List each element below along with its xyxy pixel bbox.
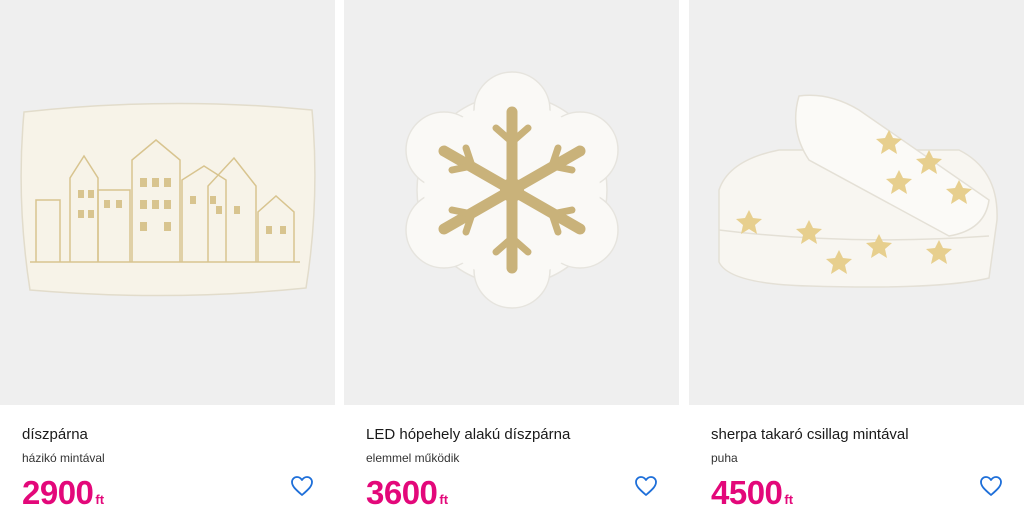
heart-outline-icon [291,476,313,496]
product-title[interactable]: LED hópehely alakú díszpárna [366,426,570,443]
product-price: 3600 ft [366,474,448,512]
product-title[interactable]: díszpárna [22,426,88,443]
price-amount: 3600 [366,474,438,511]
product-image-star-blanket[interactable] [689,0,1024,405]
heart-outline-icon [635,476,657,496]
star-blanket-image [718,94,998,288]
price-currency: ft [439,492,449,507]
favorite-button[interactable] [979,475,1003,497]
price-currency: ft [95,492,105,507]
price-amount: 4500 [711,474,783,511]
product-price: 2900 ft [22,474,104,512]
product-subtitle: elemmel működik [366,451,460,465]
snowflake-pillow-image [405,71,619,309]
product-subtitle: házikó mintával [22,451,105,465]
product-image-house-pillow[interactable] [0,0,335,405]
product-card[interactable]: sherpa takaró csillag mintával puha 4500… [689,0,1024,511]
price-currency: ft [784,492,794,507]
heart-outline-icon [980,476,1002,496]
house-pillow-image [20,102,316,297]
product-card[interactable]: díszpárna házikó mintával 2900 ft [0,0,335,511]
favorite-button[interactable] [290,475,314,497]
product-card[interactable]: LED hópehely alakú díszpárna elemmel műk… [344,0,679,511]
price-amount: 2900 [22,474,94,511]
product-subtitle: puha [711,451,738,465]
product-price: 4500 ft [711,474,793,512]
favorite-button[interactable] [634,475,658,497]
product-grid: díszpárna házikó mintával 2900 ft LED hó… [0,0,1024,511]
product-title[interactable]: sherpa takaró csillag mintával [711,426,909,443]
product-image-snowflake-pillow[interactable] [344,0,679,405]
